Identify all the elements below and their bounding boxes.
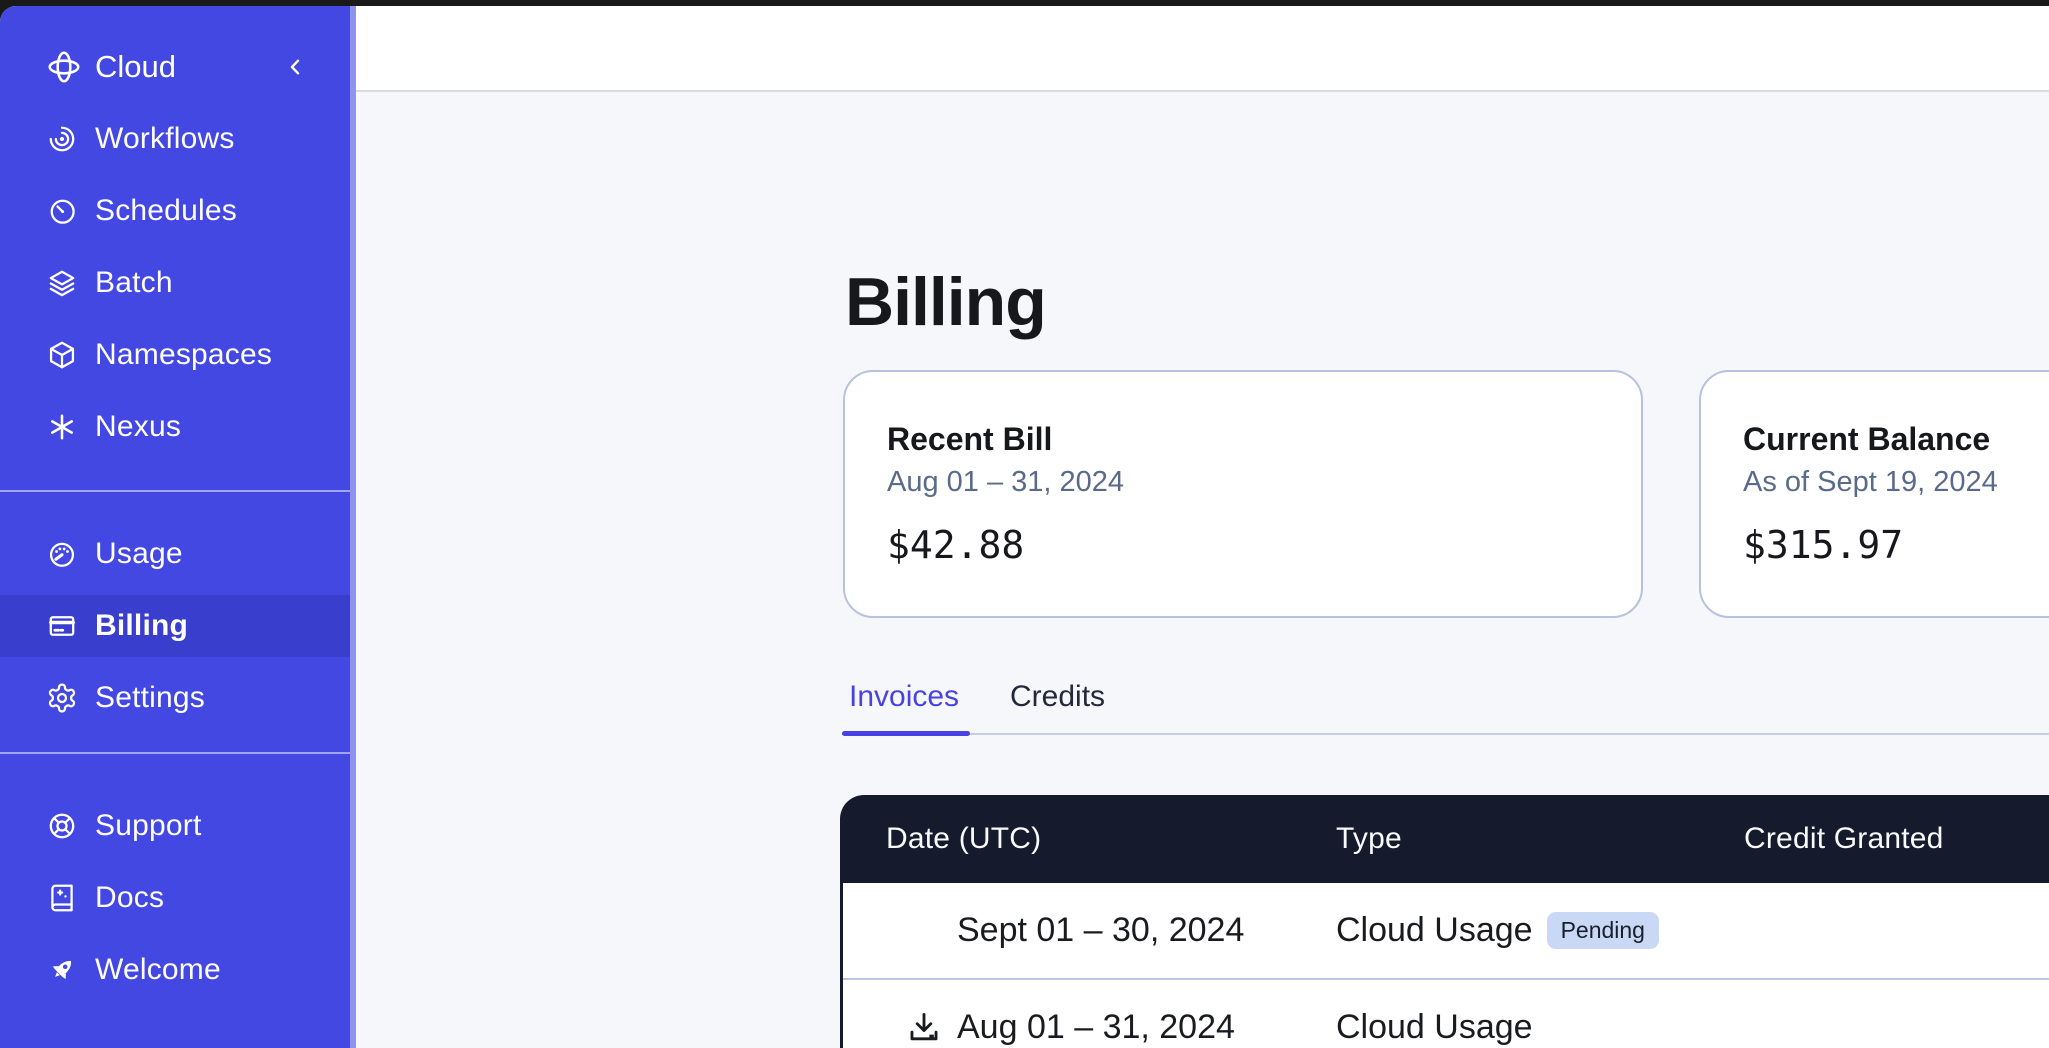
brand-label: Cloud [95, 49, 176, 85]
date-cell: Sept 01 – 30, 2024 [886, 911, 1336, 950]
tab-credits[interactable]: Credits [1010, 678, 1105, 716]
namespaces-icon [46, 339, 78, 371]
status-badge: Pending [1547, 912, 1659, 949]
active-tab-underline [842, 731, 970, 736]
page-title: Billing [845, 264, 1046, 340]
chevron-left-icon[interactable] [282, 54, 308, 80]
sidebar-item-namespaces[interactable]: Namespaces [0, 319, 350, 391]
sidebar-item-docs[interactable]: Docs [0, 862, 350, 934]
sidebar-item-welcome[interactable]: Welcome [0, 934, 350, 1006]
schedules-icon [46, 195, 78, 227]
card-amount: $42.88 [887, 522, 1599, 568]
sidebar-item-schedules[interactable]: Schedules [0, 175, 350, 247]
column-header-date: Date (UTC) [886, 822, 1336, 856]
invoices-table: Date (UTC) Type Credit Granted Sept 01 –… [840, 795, 2049, 1048]
download-icon[interactable] [905, 1009, 943, 1047]
sidebar-item-billing[interactable]: Billing [0, 590, 350, 662]
main-content: Billing Recent Bill Aug 01 – 31, 2024 $4… [356, 92, 2049, 1048]
recent-bill-card: Recent Bill Aug 01 – 31, 2024 $42.88 [843, 370, 1643, 618]
card-amount: $315.97 [1743, 522, 2049, 568]
sidebar-item-usage[interactable]: Usage [0, 518, 350, 590]
sidebar-item-label: Schedules [95, 194, 237, 228]
billing-page: { "window": { "chrome_color": "#191919" … [0, 0, 2049, 1048]
invoice-date: Sept 01 – 30, 2024 [957, 911, 1244, 950]
sidebar-item-label: Workflows [95, 122, 235, 156]
table-header-row: Date (UTC) Type Credit Granted [840, 795, 2049, 883]
sidebar: Cloud Workflows [0, 6, 356, 1048]
type-cell: Cloud Usage [1336, 1008, 1744, 1047]
sidebar-divider [0, 752, 350, 754]
temporal-logo [46, 49, 82, 85]
brand-row: Cloud [0, 31, 350, 103]
batch-icon [46, 267, 78, 299]
date-cell: Aug 01 – 31, 2024 [886, 1008, 1336, 1047]
sidebar-item-label: Batch [95, 266, 173, 300]
workflows-icon [46, 123, 78, 155]
sidebar-item-label: Usage [95, 537, 183, 571]
billing-icon [46, 610, 78, 642]
icon-spacer [905, 912, 943, 950]
sidebar-item-label: Billing [95, 609, 188, 643]
tabs-baseline [842, 733, 2049, 735]
rocket-icon [46, 954, 78, 986]
card-title: Current Balance [1743, 420, 2049, 458]
table-body: Sept 01 – 30, 2024 Cloud Usage Pending [840, 883, 2049, 1048]
sidebar-item-label: Support [95, 809, 201, 843]
card-title: Recent Bill [887, 420, 1599, 458]
sidebar-item-support[interactable]: Support [0, 790, 350, 862]
column-header-credit-granted: Credit Granted [1744, 822, 1944, 856]
sidebar-item-nexus[interactable]: Nexus [0, 391, 350, 463]
life-buoy-icon [46, 810, 78, 842]
card-subtitle: As of Sept 19, 2024 [1743, 464, 2049, 500]
tab-invoices[interactable]: Invoices [849, 678, 959, 716]
sidebar-divider [0, 490, 350, 492]
sidebar-item-label: Settings [95, 681, 205, 715]
card-subtitle: Aug 01 – 31, 2024 [887, 464, 1599, 500]
invoice-date: Aug 01 – 31, 2024 [957, 1008, 1235, 1047]
top-header-bar [356, 6, 2049, 92]
sidebar-item-label: Namespaces [95, 338, 272, 372]
usage-icon [46, 538, 78, 570]
sidebar-item-label: Nexus [95, 410, 181, 444]
column-header-type: Type [1336, 822, 1744, 856]
table-row[interactable]: Sept 01 – 30, 2024 Cloud Usage Pending [843, 883, 2049, 978]
sidebar-item-label: Welcome [95, 953, 221, 987]
sidebar-item-batch[interactable]: Batch [0, 247, 350, 319]
sidebar-item-settings[interactable]: Settings [0, 662, 350, 734]
type-cell: Cloud Usage Pending [1336, 911, 1744, 950]
app-window: Cloud Workflows [0, 6, 2049, 1048]
sidebar-item-workflows[interactable]: Workflows [0, 103, 350, 175]
invoice-type: Cloud Usage [1336, 911, 1533, 950]
nexus-icon [46, 411, 78, 443]
settings-gear-icon [46, 682, 78, 714]
table-row[interactable]: Aug 01 – 31, 2024 Cloud Usage [843, 980, 2049, 1048]
invoice-type: Cloud Usage [1336, 1008, 1533, 1047]
current-balance-card: Current Balance As of Sept 19, 2024 $315… [1699, 370, 2049, 618]
book-icon [46, 882, 78, 914]
sidebar-item-label: Docs [95, 881, 164, 915]
